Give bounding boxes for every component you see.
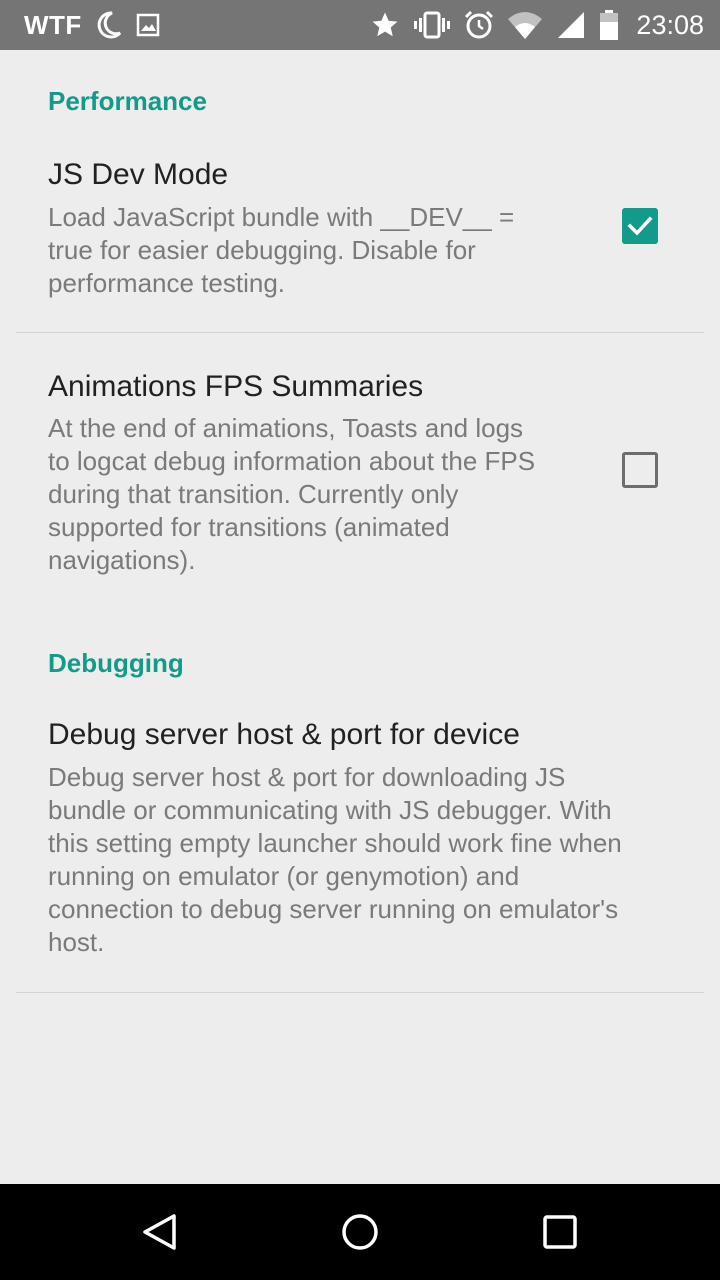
checkmark-icon (627, 216, 653, 236)
image-icon (136, 13, 160, 37)
pref-title: Debug server host & port for device (48, 718, 520, 751)
pref-title: JS Dev Mode (48, 158, 229, 191)
pref-debug-server[interactable]: Debug server host & port for device Debu… (0, 710, 720, 990)
pref-summary: Load JavaScript bundle with __DEV__ = tr… (48, 201, 514, 300)
summary-line: this setting empty launcher should work … (48, 828, 622, 858)
back-icon[interactable] (140, 1212, 180, 1252)
category-performance: Performance (48, 86, 207, 116)
summary-line: during that transition. Currently only (48, 479, 459, 509)
pref-animations-fps[interactable]: Animations FPS Summaries At the end of a… (0, 350, 720, 590)
vibrate-icon (414, 11, 451, 39)
summary-line: connection to debug server running on em… (48, 894, 619, 924)
summary-line: At the end of animations, Toasts and log… (48, 413, 524, 443)
carrier-label: WTF (24, 9, 82, 40)
status-bar: WTF 23:08 (0, 0, 720, 50)
divider (16, 332, 704, 333)
summary-line: to logcat debug information about the FP… (48, 446, 536, 476)
signal-icon (558, 12, 585, 38)
divider (16, 992, 704, 993)
wifi-icon (508, 12, 543, 39)
pref-summary: At the end of animations, Toasts and log… (48, 412, 535, 577)
summary-line: Load JavaScript bundle with __DEV__ = (48, 202, 515, 232)
home-icon[interactable] (340, 1212, 380, 1252)
summary-line: true for easier debugging. Disable for (48, 235, 476, 265)
battery-icon (600, 10, 619, 40)
category-debugging: Debugging (48, 648, 184, 678)
navigation-bar (0, 1184, 720, 1280)
summary-line: performance testing. (48, 268, 286, 298)
recents-icon[interactable] (540, 1212, 580, 1252)
js-dev-mode-checkbox[interactable] (622, 208, 658, 244)
summary-line: supported for transitions (animated (48, 512, 450, 542)
summary-line: host. (48, 927, 105, 957)
star-icon (372, 12, 398, 37)
animations-fps-checkbox[interactable] (622, 452, 658, 488)
pref-js-dev-mode[interactable]: JS Dev Mode Load JavaScript bundle with … (0, 150, 720, 332)
summary-line: running on emulator (or genymotion) and (48, 861, 520, 891)
summary-line: Debug server host & port for downloading… (48, 762, 566, 792)
summary-line: navigations). (48, 545, 196, 575)
pref-summary: Debug server host & port for downloading… (48, 761, 622, 959)
summary-line: bundle or communicating with JS debugger… (48, 795, 612, 825)
pref-title: Animations FPS Summaries (48, 370, 424, 403)
moon-icon (97, 11, 121, 39)
clock: 23:08 (636, 9, 704, 40)
settings-list: Performance JS Dev Mode Load JavaScript … (0, 50, 720, 1184)
alarm-icon (465, 10, 494, 39)
